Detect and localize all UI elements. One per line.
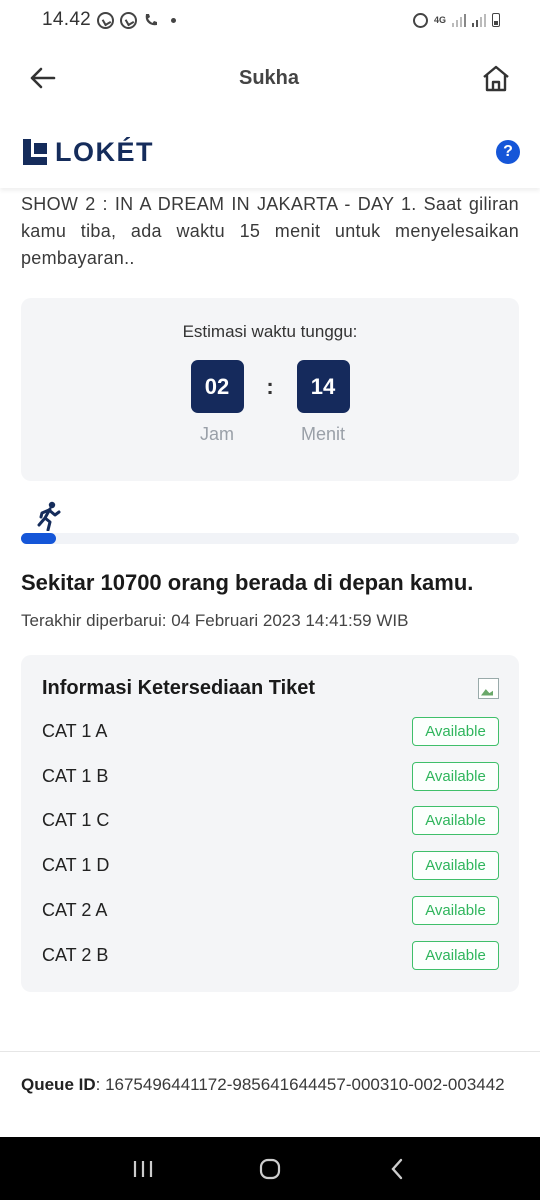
ticket-availability-card: Informasi Ketersediaan Tiket CAT 1 A Ava… bbox=[21, 655, 519, 992]
chevron-left-icon bbox=[391, 1158, 402, 1179]
status-left: 14.42 bbox=[42, 9, 177, 31]
list-item: CAT 1 D Available bbox=[42, 843, 499, 888]
home-button[interactable] bbox=[480, 62, 512, 94]
alarm-icon bbox=[412, 12, 428, 28]
category-name: CAT 1 C bbox=[42, 810, 110, 831]
help-icon[interactable]: ? bbox=[496, 140, 520, 164]
list-item: CAT 2 A Available bbox=[42, 888, 499, 933]
list-item: CAT 2 B Available bbox=[42, 933, 499, 978]
loket-logo-mark-icon bbox=[23, 139, 47, 165]
queue-content: SHOW 2 : IN A DREAM IN JAKARTA - DAY 1. … bbox=[21, 188, 519, 992]
progress-fill bbox=[21, 533, 56, 544]
system-nav-bar bbox=[0, 1137, 540, 1200]
app-bar: Sukha bbox=[0, 40, 540, 116]
more-notifications-icon bbox=[171, 17, 177, 23]
status-badge: Available bbox=[412, 940, 499, 970]
battery-icon bbox=[492, 13, 500, 27]
queue-message: SHOW 2 : IN A DREAM IN JAKARTA - DAY 1. … bbox=[21, 194, 519, 268]
whatsapp-business-icon bbox=[120, 11, 138, 29]
category-name: CAT 2 A bbox=[42, 900, 108, 921]
hours-column: 02 Jam bbox=[190, 360, 244, 445]
walking-person-icon bbox=[37, 501, 61, 531]
phone-call-icon bbox=[145, 14, 158, 26]
category-list: CAT 1 A Available CAT 1 B Available CAT … bbox=[42, 709, 499, 978]
brand-header: LOKÉT ? bbox=[0, 116, 540, 188]
recent-apps-button[interactable] bbox=[123, 1149, 163, 1189]
wait-estimate-label: Estimasi waktu tunggu: bbox=[182, 322, 358, 341]
list-item: CAT 1 B Available bbox=[42, 754, 499, 799]
loket-logo[interactable]: LOKÉT bbox=[21, 137, 154, 168]
queue-progress bbox=[21, 499, 519, 547]
category-name: CAT 1 D bbox=[42, 855, 110, 876]
status-badge: Available bbox=[412, 851, 499, 881]
hours-value: 02 bbox=[190, 360, 244, 413]
wait-timer: 02 Jam : 14 Menit bbox=[21, 360, 519, 445]
home-circle-icon bbox=[259, 1158, 281, 1179]
category-name: CAT 1 B bbox=[42, 765, 109, 786]
status-badge: Available bbox=[412, 761, 499, 791]
home-icon bbox=[483, 65, 509, 92]
status-bar: 14.42 4G bbox=[0, 0, 540, 40]
network-type-label: 4G bbox=[433, 14, 446, 25]
timer-separator: : bbox=[266, 374, 274, 399]
back-button[interactable] bbox=[28, 63, 58, 93]
progress-track bbox=[21, 533, 519, 544]
category-name: CAT 2 B bbox=[42, 944, 109, 965]
hours-unit: Jam bbox=[199, 424, 234, 444]
availability-title: Informasi Ketersediaan Tiket bbox=[42, 676, 316, 699]
category-name: CAT 1 A bbox=[42, 720, 108, 741]
status-badge: Available bbox=[412, 716, 499, 746]
back-nav-button[interactable] bbox=[377, 1149, 417, 1189]
status-right: 4G bbox=[412, 12, 500, 28]
recent-apps-icon bbox=[134, 1160, 153, 1177]
status-badge: Available bbox=[412, 806, 499, 836]
people-ahead-text: Sekitar 10700 orang berada di depan kamu… bbox=[21, 570, 474, 595]
wait-estimate-card: Estimasi waktu tunggu: 02 Jam : 14 Menit bbox=[21, 298, 519, 481]
broken-image-icon bbox=[478, 677, 499, 699]
availability-header: Informasi Ketersediaan Tiket bbox=[42, 675, 499, 701]
queue-id-footer: Queue ID: 1675496441172-985641644457-000… bbox=[0, 1051, 540, 1137]
queue-id-label: Queue ID bbox=[21, 1075, 96, 1094]
arrow-left-icon bbox=[30, 67, 56, 89]
list-item: CAT 1 A Available bbox=[42, 709, 499, 754]
app-title: Sukha bbox=[238, 66, 300, 89]
minutes-unit: Menit bbox=[300, 424, 345, 444]
minutes-column: 14 Menit bbox=[296, 360, 350, 445]
whatsapp-icon bbox=[97, 11, 115, 29]
minutes-value: 14 bbox=[296, 360, 350, 413]
status-time: 14.42 bbox=[42, 9, 92, 30]
signal-icon-sim1 bbox=[452, 13, 466, 27]
signal-icon-sim2 bbox=[472, 13, 486, 27]
status-badge: Available bbox=[412, 896, 499, 926]
logo-text: LOKÉT bbox=[55, 136, 154, 167]
last-updated-text: Terakhir diperbarui: 04 Februari 2023 14… bbox=[21, 611, 409, 630]
queue-id-value: : 1675496441172-985641644457-000310-002-… bbox=[95, 1075, 505, 1094]
home-nav-button[interactable] bbox=[250, 1149, 290, 1189]
list-item: CAT 1 C Available bbox=[42, 799, 499, 844]
